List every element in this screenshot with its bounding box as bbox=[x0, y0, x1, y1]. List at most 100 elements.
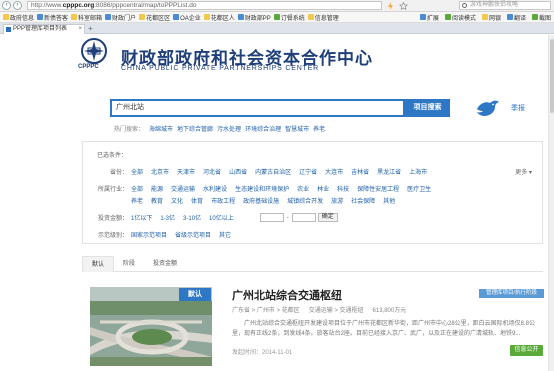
project-industry: 交通运输 > 交通枢纽 bbox=[308, 308, 364, 314]
favorite-item[interactable]: 科室邮箱 bbox=[71, 13, 102, 22]
tab-investment[interactable]: 投资金额 bbox=[144, 256, 186, 272]
info-disclosure-button[interactable]: 信息公开 bbox=[510, 345, 543, 356]
province-option[interactable]: 吉林省 bbox=[351, 167, 369, 176]
investment-option[interactable]: 3-10亿 bbox=[183, 213, 201, 222]
favorite-item[interactable]: 政府信息 bbox=[3, 13, 34, 22]
demo-level-filter-row: 示范级别： 国家示范项目 省级示范项目 其它 bbox=[83, 230, 239, 239]
extensions-button[interactable]: 扩展 bbox=[419, 13, 439, 22]
hot-search-link[interactable]: 地下综合管廊 bbox=[177, 124, 213, 133]
tool-label: 阅读模式 bbox=[451, 15, 476, 22]
hot-search-link[interactable]: 污水处理 bbox=[217, 124, 241, 133]
browser-search-input[interactable]: 游戏神鹏侠侣攻略 bbox=[459, 1, 551, 10]
investment-min-input[interactable] bbox=[259, 213, 284, 222]
industry-option[interactable]: 其他 bbox=[383, 196, 395, 205]
hot-search-link[interactable]: 智慧城市 bbox=[285, 124, 309, 133]
industry-option[interactable]: 城镇综合开发 bbox=[287, 196, 323, 205]
industry-option[interactable]: 市政工程 bbox=[211, 196, 235, 205]
forward-button[interactable]: › bbox=[13, 1, 22, 10]
industry-option[interactable]: 交通运输 bbox=[171, 184, 195, 193]
demo-level-option[interactable]: 其它 bbox=[219, 230, 231, 239]
industry-option[interactable]: 全部 bbox=[131, 184, 143, 193]
industry-option[interactable]: 社会保障 bbox=[351, 196, 375, 205]
favorite-item[interactable]: 财政门户 bbox=[105, 13, 136, 22]
investment-option[interactable]: 1-3亿 bbox=[160, 213, 175, 222]
province-option[interactable]: 辽宁省 bbox=[299, 167, 317, 176]
industry-option[interactable]: 能源 bbox=[151, 184, 163, 193]
investment-option[interactable]: 1亿以下 bbox=[131, 213, 152, 222]
date-label: 发起时间： bbox=[232, 350, 263, 356]
favorite-item[interactable]: 订餐系统 bbox=[273, 13, 305, 22]
demo-level-option[interactable]: 省级示范项目 bbox=[175, 230, 211, 239]
page-icon bbox=[273, 14, 280, 20]
province-option[interactable]: 内蒙古自治区 bbox=[255, 167, 291, 176]
star-icon[interactable] bbox=[399, 1, 408, 10]
lightning-icon[interactable] bbox=[386, 1, 395, 10]
filter-panel: 已选条件： 省份： 全部 北京市 天津市 河北省 山西省 内蒙古自治区 辽宁省 … bbox=[82, 141, 543, 244]
industry-option[interactable]: 教育 bbox=[151, 196, 163, 205]
bank-button[interactable]: 网银 bbox=[481, 13, 501, 22]
close-icon[interactable]: × bbox=[78, 25, 82, 34]
tab-stage[interactable]: 阶段 bbox=[114, 256, 144, 272]
tab-default[interactable]: 默认 bbox=[82, 256, 115, 272]
industry-option[interactable]: 保障性安居工程 bbox=[357, 184, 399, 193]
page-icon bbox=[105, 14, 112, 20]
industry-option[interactable]: 生态建设和环境保护 bbox=[235, 184, 289, 193]
tool-label: 扩展 bbox=[426, 15, 439, 22]
province-option[interactable]: 河北省 bbox=[203, 167, 221, 176]
industry-option[interactable]: 农业 bbox=[297, 184, 309, 193]
province-option[interactable]: 上海市 bbox=[409, 167, 427, 176]
project-search-button[interactable]: 项目搜索 bbox=[405, 99, 450, 117]
favorite-item[interactable]: 花都区人 bbox=[203, 13, 235, 22]
project-title[interactable]: 广州北站综合交通枢纽 bbox=[232, 287, 342, 303]
project-search-input[interactable]: 广州北站 bbox=[110, 99, 405, 117]
favorite-item[interactable]: 新债答客 bbox=[37, 13, 68, 22]
favorite-item[interactable]: 花都区区 bbox=[139, 13, 170, 22]
project-meta: 广东省 > 广州市 > 花都区 交通运输 > 交通枢纽 613,800万元 bbox=[232, 305, 415, 314]
project-amount: 613,800万元 bbox=[372, 308, 407, 314]
investment-max-input[interactable] bbox=[291, 213, 316, 222]
tab-ppp-list[interactable]: PPP管理库项目列表 × bbox=[3, 24, 85, 34]
province-option[interactable]: 山西省 bbox=[229, 167, 247, 176]
demo-level-option[interactable]: 国家示范项目 bbox=[131, 230, 167, 239]
bird-icon[interactable] bbox=[474, 97, 500, 119]
industry-option[interactable]: 文化 bbox=[171, 196, 183, 205]
season-report-link[interactable]: 季报 bbox=[511, 103, 525, 113]
folder-icon bbox=[3, 14, 9, 20]
scrollbar-thumb[interactable] bbox=[550, 39, 554, 113]
new-tab-button[interactable]: + bbox=[88, 25, 93, 33]
back-button[interactable]: ‹ bbox=[2, 1, 11, 10]
province-option[interactable]: 全部 bbox=[131, 167, 143, 176]
hot-search-link[interactable]: 养老 bbox=[313, 124, 325, 133]
industry-option[interactable]: 养老 bbox=[131, 196, 143, 205]
url-domain: cpppc.org bbox=[62, 2, 95, 9]
reader-mode-button[interactable]: 阅读模式 bbox=[444, 13, 476, 22]
url-field[interactable]: http://www.cpppc.org:8086/pppcentral/map… bbox=[27, 1, 382, 10]
industry-option[interactable]: 政府基础设施 bbox=[243, 196, 279, 205]
page-scrollbar[interactable] bbox=[548, 35, 554, 371]
industry-option[interactable]: 科技 bbox=[337, 184, 349, 193]
hot-search-link[interactable]: 海绵城市 bbox=[149, 124, 173, 133]
favorite-item[interactable]: OA企业 bbox=[173, 13, 201, 22]
screenshot-button[interactable]: 截图 bbox=[531, 13, 551, 22]
selected-conditions-row: 已选条件： bbox=[83, 150, 130, 159]
page-icon bbox=[173, 14, 180, 20]
translate-button[interactable]: 翻译 bbox=[506, 13, 526, 22]
province-option[interactable]: 黑龙江省 bbox=[377, 167, 401, 176]
confirm-button[interactable]: 确定 bbox=[317, 213, 338, 222]
province-option[interactable]: 天津市 bbox=[177, 167, 195, 176]
more-provinces-button[interactable]: 更多 ▾ bbox=[515, 167, 532, 176]
industry-option[interactable]: 旅游 bbox=[331, 196, 343, 205]
industry-option[interactable]: 水利建设 bbox=[203, 184, 227, 193]
province-option[interactable]: 大连市 bbox=[325, 167, 343, 176]
hot-search-link[interactable]: 环境综合治理 bbox=[245, 124, 281, 133]
province-option[interactable]: 北京市 bbox=[151, 167, 169, 176]
industry-option[interactable]: 体育 bbox=[191, 196, 203, 205]
industry-option[interactable]: 医疗卫生 bbox=[407, 184, 431, 193]
favorite-item[interactable]: 信息管理 bbox=[307, 13, 339, 22]
favorite-label: 新债答客 bbox=[44, 15, 69, 22]
url-path: :8086/pppcentral/map/toPPPList.do bbox=[94, 2, 197, 9]
folder-icon bbox=[139, 14, 146, 20]
investment-option[interactable]: 10亿以上 bbox=[209, 213, 234, 222]
favorite-item[interactable]: 财政部PP bbox=[237, 13, 271, 22]
industry-option[interactable]: 林业 bbox=[317, 184, 329, 193]
